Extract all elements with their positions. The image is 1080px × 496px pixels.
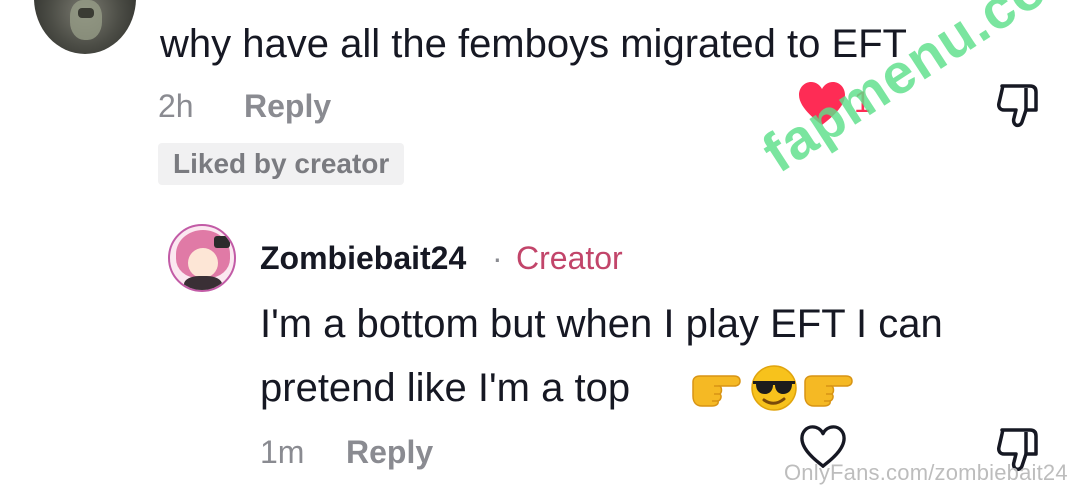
comment-timestamp: 2h	[158, 88, 194, 124]
creator-avatar[interactable]	[168, 224, 236, 292]
avatar-mask-shape	[70, 0, 102, 40]
sunglasses-face-icon	[751, 365, 797, 411]
reply-text-line-2: pretend like I'm a top	[260, 366, 631, 410]
comment-reply-button[interactable]: Reply	[244, 88, 331, 125]
reply-username[interactable]: Zombiebait24	[260, 240, 466, 277]
creator-label: Creator	[516, 240, 623, 276]
avatar-bow-shape	[214, 236, 230, 248]
pointing-right-hand-icon	[692, 375, 741, 407]
dislike-icon[interactable]	[994, 80, 1044, 130]
avatar-mask-detail	[78, 8, 94, 18]
liked-by-creator-badge: Liked by creator	[158, 143, 405, 185]
reply-timestamp: 1m	[260, 434, 305, 470]
commenter-avatar[interactable]	[34, 0, 136, 54]
username-separator: ·	[492, 240, 503, 276]
pointing-right-hand-icon	[804, 375, 853, 407]
avatar-body-shape	[184, 276, 222, 290]
comment-text: why have all the femboys migrated to EFT	[160, 22, 907, 66]
reply-text-line-1: I'm a bottom but when I play EFT I can	[260, 302, 943, 346]
avatar-face-shape	[188, 248, 218, 278]
onlyfans-watermark: OnlyFans.com/zombiebait24	[784, 460, 1068, 485]
emoji-row	[690, 364, 858, 412]
reply-reply-button[interactable]: Reply	[346, 434, 433, 471]
